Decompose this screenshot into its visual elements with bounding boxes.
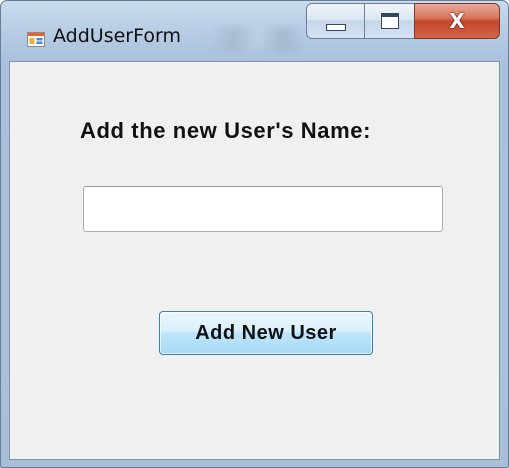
add-new-user-button[interactable]: Add New User [159,311,373,355]
maximize-icon [380,13,399,29]
user-name-input[interactable] [83,186,443,232]
close-icon: X [449,9,465,33]
user-name-prompt-label: Add the new User's Name: [80,118,372,143]
add-user-form-window: AddUserForm X Add the new User's Name: A… [0,0,509,468]
window-title: AddUserForm [53,25,181,47]
title-bar[interactable]: AddUserForm X [1,1,508,61]
minimize-icon [325,23,346,31]
minimize-button[interactable] [306,3,364,39]
title-bar-glass-blur [211,27,306,51]
caption-buttons: X [306,3,500,39]
close-button[interactable]: X [414,3,500,39]
app-icon [27,32,45,47]
maximize-button[interactable] [364,3,414,39]
